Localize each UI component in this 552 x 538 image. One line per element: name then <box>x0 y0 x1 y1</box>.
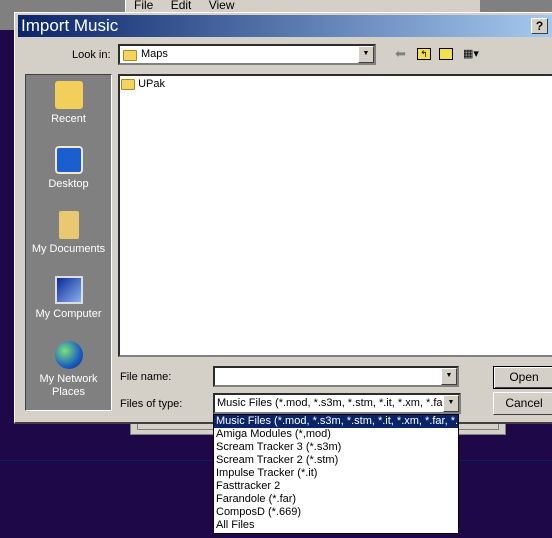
type-option[interactable]: Scream Tracker 3 (*.s3m) <box>214 441 458 454</box>
files-of-type-value: Music Files (*.mod, *.s3m, *.stm, *.it, … <box>217 397 461 409</box>
place-my-network-places[interactable]: My Network Places <box>26 341 111 399</box>
type-option[interactable]: Music Files (*.mod, *.s3m, *.stm, *.it, … <box>214 415 458 428</box>
place-label: Recent <box>51 113 86 125</box>
file-name-label: File name: <box>120 371 172 383</box>
type-option[interactable]: ComposD (*.669) <box>214 506 458 519</box>
my-documents-icon <box>58 211 79 239</box>
place-label: My Computer <box>35 308 102 320</box>
chevron-down-icon[interactable]: ▼ <box>441 368 457 385</box>
new-folder-icon[interactable] <box>439 48 453 60</box>
type-option[interactable]: All Files <box>214 519 458 532</box>
place-my-computer[interactable]: My Computer <box>26 276 111 321</box>
look-in-value: Maps <box>141 48 168 60</box>
file-item-upak[interactable]: UPak <box>120 76 552 90</box>
view-menu-icon[interactable]: ▦▾ <box>463 47 487 61</box>
files-of-type-select[interactable]: Music Files (*.mod, *.s3m, *.stm, *.it, … <box>213 393 461 414</box>
background-menu: File Edit View <box>134 0 235 11</box>
menu-view[interactable]: View <box>209 0 235 12</box>
globe-icon <box>54 341 83 369</box>
recent-folder-icon <box>54 81 83 109</box>
type-option[interactable]: Fasttracker 2 <box>214 480 458 493</box>
desktop-icon <box>54 146 83 174</box>
place-desktop[interactable]: Desktop <box>26 146 111 191</box>
open-button[interactable]: Open <box>493 366 552 389</box>
folder-icon <box>123 49 137 61</box>
place-label: My Network Places <box>39 373 98 398</box>
dialog-title: Import Music <box>21 16 119 35</box>
places-bar: Recent Desktop My Documents My Computer … <box>25 74 112 411</box>
import-music-dialog: Import Music ? Look in: Maps ▼ ⬅ ↰ ▦▾ Re… <box>14 12 552 424</box>
file-name: UPak <box>138 78 165 90</box>
my-computer-icon <box>54 276 83 304</box>
back-arrow-icon[interactable]: ⬅ <box>395 46 406 62</box>
type-option[interactable]: Scream Tracker 2 (*.stm) <box>214 454 458 467</box>
up-folder-icon[interactable]: ↰ <box>417 48 431 60</box>
look-in-combo[interactable]: Maps ▼ <box>118 44 376 65</box>
chevron-down-icon[interactable]: ▼ <box>358 46 374 63</box>
help-button[interactable]: ? <box>531 18 548 34</box>
title-bar[interactable]: Import Music ? <box>18 15 552 37</box>
files-of-type-label: Files of type: <box>120 398 183 410</box>
file-type-dropdown-list[interactable]: Music Files (*.mod, *.s3m, *.stm, *.it, … <box>213 414 459 534</box>
place-recent[interactable]: Recent <box>26 81 111 126</box>
file-name-input[interactable]: ▼ <box>213 366 459 387</box>
menu-file[interactable]: File <box>134 0 153 12</box>
chevron-down-icon[interactable]: ▼ <box>443 395 459 412</box>
type-option[interactable]: Farandole (*.far) <box>214 493 458 506</box>
type-option[interactable]: Impulse Tracker (*.it) <box>214 467 458 480</box>
folder-icon <box>121 78 135 90</box>
place-label: Desktop <box>48 178 89 190</box>
type-option[interactable]: Amiga Modules (*,mod) <box>214 428 458 441</box>
file-list[interactable]: UPak <box>118 74 552 357</box>
look-in-label: Look in: <box>72 49 111 61</box>
place-label: My Documents <box>31 243 106 255</box>
menu-edit[interactable]: Edit <box>171 0 192 12</box>
place-my-documents[interactable]: My Documents <box>26 211 111 256</box>
cancel-button[interactable]: Cancel <box>493 392 552 415</box>
